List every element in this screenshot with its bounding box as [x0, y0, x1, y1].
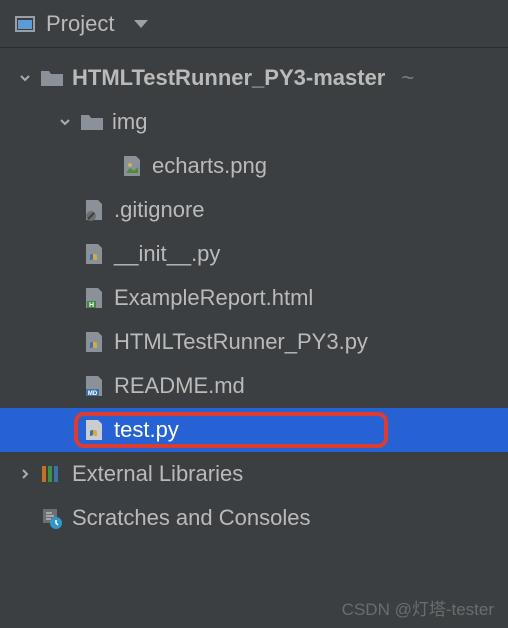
project-name: HTMLTestRunner_PY3-master: [72, 65, 385, 91]
node-label: External Libraries: [72, 461, 243, 487]
panel-icon: [14, 13, 36, 35]
file-node-init[interactable]: __init__.py: [0, 232, 508, 276]
svg-text:MD: MD: [88, 391, 98, 397]
python-file-icon: [82, 418, 106, 442]
panel-title: Project: [46, 11, 114, 37]
python-file-icon: [82, 330, 106, 354]
watermark: CSDN @灯塔-tester: [342, 595, 494, 620]
project-path-suffix: ~: [401, 65, 414, 91]
file-label: test.py: [114, 417, 179, 443]
folder-label: img: [112, 109, 147, 135]
file-label: README.md: [114, 373, 245, 399]
chevron-right-icon[interactable]: [18, 468, 32, 480]
chevron-down-icon[interactable]: [18, 72, 32, 84]
project-panel-header[interactable]: Project: [0, 0, 508, 48]
node-label: Scratches and Consoles: [72, 505, 310, 531]
file-node-readme[interactable]: MD README.md: [0, 364, 508, 408]
file-node-gitignore[interactable]: .gitignore: [0, 188, 508, 232]
markdown-file-icon: MD: [82, 374, 106, 398]
file-label: ExampleReport.html: [114, 285, 313, 311]
external-libraries-node[interactable]: External Libraries: [0, 452, 508, 496]
file-label: .gitignore: [114, 197, 205, 223]
libraries-icon: [40, 462, 64, 486]
file-node-example[interactable]: H ExampleReport.html: [0, 276, 508, 320]
file-label: echarts.png: [152, 153, 267, 179]
dropdown-icon[interactable]: [134, 20, 148, 28]
file-node-test[interactable]: test.py: [0, 408, 508, 452]
folder-icon: [80, 110, 104, 134]
ignore-file-icon: [82, 198, 106, 222]
folder-node-img[interactable]: img: [0, 100, 508, 144]
python-file-icon: [82, 242, 106, 266]
scratches-node[interactable]: Scratches and Consoles: [0, 496, 508, 540]
chevron-down-icon[interactable]: [58, 116, 72, 128]
svg-text:H: H: [89, 302, 94, 309]
file-label: HTMLTestRunner_PY3.py: [114, 329, 368, 355]
html-file-icon: H: [82, 286, 106, 310]
file-node-runner[interactable]: HTMLTestRunner_PY3.py: [0, 320, 508, 364]
scratches-icon: [40, 506, 64, 530]
file-node-echarts[interactable]: echarts.png: [0, 144, 508, 188]
image-file-icon: [120, 154, 144, 178]
file-label: __init__.py: [114, 241, 220, 267]
folder-icon: [40, 66, 64, 90]
project-root-node[interactable]: HTMLTestRunner_PY3-master ~: [0, 56, 508, 100]
project-tree: HTMLTestRunner_PY3-master ~ img echarts.…: [0, 48, 508, 540]
